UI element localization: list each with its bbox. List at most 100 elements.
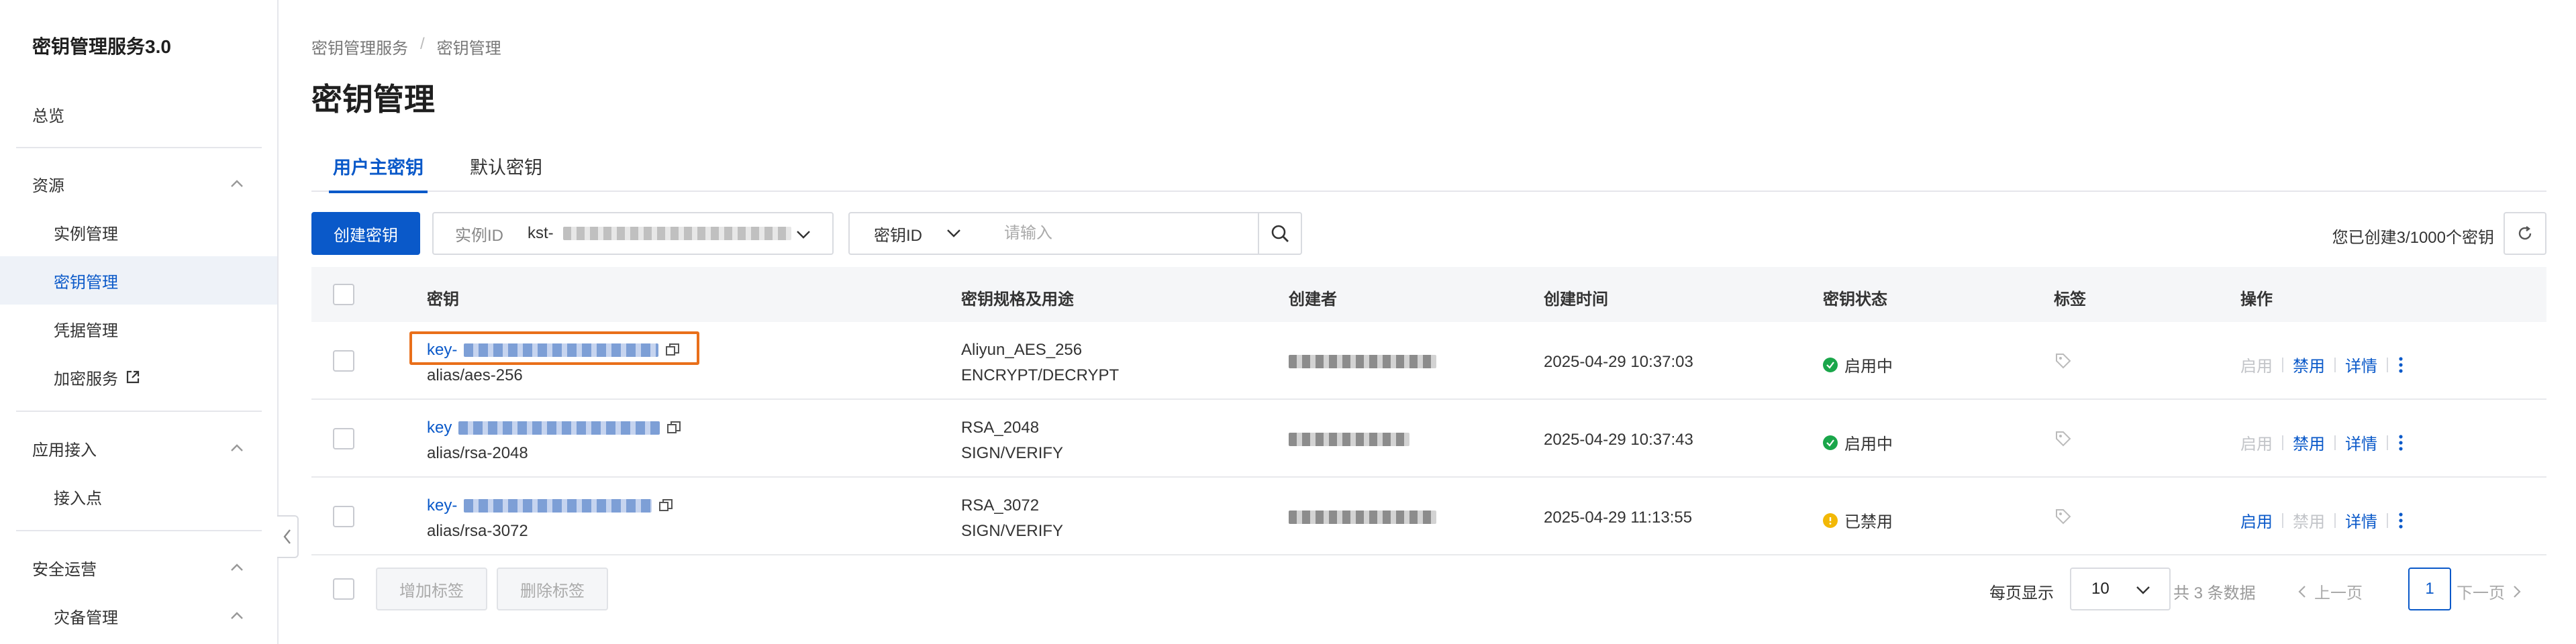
sidebar-item-access-points[interactable]: 接入点 xyxy=(0,472,277,521)
next-page-label: 下一页 xyxy=(2457,584,2505,602)
row-checkbox[interactable] xyxy=(333,428,354,449)
refresh-icon xyxy=(2518,226,2532,240)
more-vertical-icon[interactable] xyxy=(2397,511,2404,530)
column-header-tags: 标签 xyxy=(2054,290,2086,309)
copy-icon[interactable] xyxy=(665,343,680,358)
divider xyxy=(2387,435,2388,450)
chevron-left-icon xyxy=(283,529,291,544)
total-count: 共 3 条数据 xyxy=(2173,584,2256,602)
sidebar-group-app-access[interactable]: 应用接入 xyxy=(0,424,277,472)
details-button[interactable]: 详情 xyxy=(2345,353,2377,376)
column-header-creator: 创建者 xyxy=(1289,290,1337,309)
key-id-link[interactable]: key- xyxy=(427,341,680,360)
chevron-up-icon xyxy=(231,612,243,619)
more-vertical-icon[interactable] xyxy=(2397,433,2404,452)
redacted-key-id xyxy=(464,499,652,513)
chevron-down-icon xyxy=(947,229,960,237)
page-size-value: 10 xyxy=(2091,580,2110,598)
page-size-select[interactable]: 10 xyxy=(2070,568,2171,610)
enable-button[interactable]: 启用 xyxy=(2240,431,2273,454)
sidebar-group-security-ops[interactable]: 安全运营 xyxy=(0,543,277,592)
breadcrumb: 密钥管理服务 / 密钥管理 xyxy=(311,35,501,58)
row-checkbox[interactable] xyxy=(333,350,354,372)
tab-default-keys[interactable]: 默认密钥 xyxy=(470,153,542,192)
enable-button[interactable]: 启用 xyxy=(2240,353,2273,376)
row-checkbox[interactable] xyxy=(333,506,354,527)
status-text: 启用中 xyxy=(1844,435,1893,453)
tag-icon[interactable] xyxy=(2054,352,2073,370)
more-vertical-icon[interactable] xyxy=(2397,356,2404,374)
sidebar-item-crypto-service[interactable]: 加密服务 xyxy=(0,353,277,401)
search-field-select[interactable]: 密钥ID xyxy=(850,213,987,254)
key-spec: RSA_3072 xyxy=(961,496,1040,515)
key-id-prefix: key- xyxy=(427,496,458,515)
copy-icon[interactable] xyxy=(658,498,673,513)
status-badge: 启用中 xyxy=(1823,353,1893,376)
enable-button[interactable]: 启用 xyxy=(2240,508,2273,532)
sidebar-item-overview[interactable]: 总览 xyxy=(0,90,277,138)
tag-icon[interactable] xyxy=(2054,429,2073,448)
instance-select-label: 实例ID xyxy=(455,226,503,245)
key-alias: alias/rsa-2048 xyxy=(427,444,528,462)
redacted-creator xyxy=(1289,433,1409,446)
disable-button[interactable]: 禁用 xyxy=(2293,508,2325,532)
key-id-prefix: key- xyxy=(427,341,458,359)
sidebar-item-label: 灾备管理 xyxy=(54,608,118,627)
prev-page-button[interactable]: 上一页 xyxy=(2297,580,2363,603)
status-badge: 启用中 xyxy=(1823,431,1893,454)
sidebar-item-label: 实例管理 xyxy=(54,225,118,244)
tag-icon[interactable] xyxy=(2054,507,2073,526)
sidebar-item-disaster-recovery[interactable]: 灾备管理 xyxy=(0,592,277,640)
sidebar-item-keys[interactable]: 密钥管理 xyxy=(0,256,277,305)
breadcrumb-separator: / xyxy=(420,35,425,53)
sidebar-item-label: 凭据管理 xyxy=(54,321,118,340)
status-text: 启用中 xyxy=(1844,358,1893,376)
sidebar-group-resources[interactable]: 资源 xyxy=(0,160,277,208)
sidebar-collapse-button[interactable] xyxy=(277,515,299,558)
breadcrumb-item-current: 密钥管理 xyxy=(436,40,501,58)
check-circle-icon xyxy=(1823,357,1838,372)
sidebar-title: 密钥管理服务3.0 xyxy=(32,36,171,57)
divider xyxy=(2282,357,2283,372)
select-all-checkbox[interactable] xyxy=(333,284,354,305)
remove-tag-button[interactable]: 删除标签 xyxy=(497,568,608,610)
key-id-prefix: key xyxy=(427,419,452,437)
page-number-button[interactable]: 1 xyxy=(2408,568,2451,610)
status-badge: 已禁用 xyxy=(1823,508,1893,532)
search-input[interactable] xyxy=(987,213,1258,254)
divider xyxy=(2387,513,2388,528)
breadcrumb-item[interactable]: 密钥管理服务 xyxy=(311,35,408,58)
chevron-up-icon xyxy=(231,564,243,571)
disable-button[interactable]: 禁用 xyxy=(2293,431,2325,454)
create-key-button[interactable]: 创建密钥 xyxy=(311,212,420,255)
column-header-created-time: 创建时间 xyxy=(1544,290,1608,309)
table-row: key- alias/rsa-3072 RSA_3072 SIGN/VERIFY… xyxy=(311,478,2546,555)
search-button[interactable] xyxy=(1258,213,1301,254)
select-all-checkbox-footer[interactable] xyxy=(333,578,354,600)
sidebar-item-instances[interactable]: 实例管理 xyxy=(0,208,277,256)
disable-button[interactable]: 禁用 xyxy=(2293,353,2325,376)
redacted-key-id xyxy=(458,421,660,435)
instance-select[interactable]: 实例ID kst- xyxy=(432,212,834,255)
redacted-value xyxy=(562,227,791,240)
divider xyxy=(2334,357,2336,372)
refresh-button[interactable] xyxy=(2504,212,2546,255)
key-id-link[interactable]: key- xyxy=(427,496,673,515)
sidebar-item-secrets[interactable]: 凭据管理 xyxy=(0,305,277,353)
row-actions: 启用 禁用 详情 xyxy=(2240,353,2404,376)
key-id-link[interactable]: key xyxy=(427,419,681,437)
details-button[interactable]: 详情 xyxy=(2345,508,2377,532)
next-page-button[interactable]: 下一页 xyxy=(2457,580,2522,603)
tab-customer-master-keys[interactable]: 用户主密钥 xyxy=(329,153,428,193)
table-row: key alias/rsa-2048 RSA_2048 SIGN/VERIFY … xyxy=(311,400,2546,478)
details-button[interactable]: 详情 xyxy=(2345,431,2377,454)
key-usage: SIGN/VERIFY xyxy=(961,444,1064,462)
copy-icon[interactable] xyxy=(666,421,681,435)
chevron-right-icon xyxy=(2514,585,2521,598)
page-size-label: 每页显示 xyxy=(1989,584,2054,602)
add-tag-button[interactable]: 增加标签 xyxy=(376,568,487,610)
prev-page-label: 上一页 xyxy=(2314,584,2363,602)
sidebar-item-label: 加密服务 xyxy=(54,370,118,388)
key-usage: ENCRYPT/DECRYPT xyxy=(961,366,1120,384)
table-row: key- alias/aes-256 Aliyun_AES_256 ENCRYP… xyxy=(311,322,2546,400)
